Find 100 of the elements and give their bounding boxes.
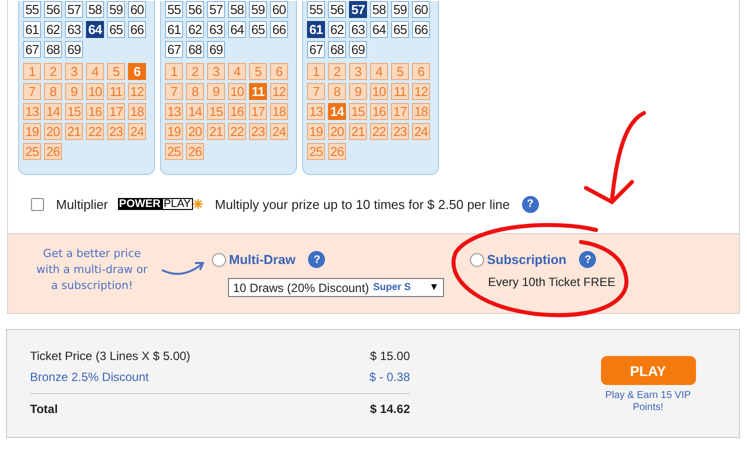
number-cell[interactable]: 62 xyxy=(186,21,204,38)
number-cell[interactable]: 55 xyxy=(165,1,183,18)
bonus-number-cell[interactable]: 9 xyxy=(349,83,367,100)
bonus-number-cell[interactable]: 3 xyxy=(207,63,225,80)
number-cell[interactable]: 67 xyxy=(165,41,183,58)
number-cell[interactable]: 67 xyxy=(307,41,325,58)
number-cell[interactable]: 68 xyxy=(328,41,346,58)
bonus-number-cell[interactable]: 12 xyxy=(412,83,430,100)
number-cell[interactable]: 69 xyxy=(349,41,367,58)
bonus-number-cell[interactable]: 15 xyxy=(65,103,83,120)
bonus-number-cell[interactable]: 7 xyxy=(23,83,41,100)
bonus-number-cell[interactable]: 11 xyxy=(391,83,409,100)
number-cell[interactable]: 61 xyxy=(307,21,325,38)
bonus-number-cell[interactable]: 22 xyxy=(228,123,246,140)
bonus-number-cell[interactable]: 4 xyxy=(228,63,246,80)
number-cell[interactable]: 63 xyxy=(65,21,83,38)
bonus-number-cell[interactable]: 12 xyxy=(270,83,288,100)
bonus-number-cell[interactable]: 26 xyxy=(328,143,346,160)
number-cell[interactable]: 55 xyxy=(23,1,41,18)
bonus-number-cell[interactable]: 23 xyxy=(107,123,125,140)
bonus-number-cell[interactable]: 16 xyxy=(370,103,388,120)
bonus-number-cell[interactable]: 21 xyxy=(207,123,225,140)
bonus-number-cell[interactable]: 26 xyxy=(186,143,204,160)
bonus-number-cell[interactable]: 11 xyxy=(249,83,267,100)
number-cell[interactable]: 62 xyxy=(328,21,346,38)
number-cell[interactable]: 60 xyxy=(412,1,430,18)
number-cell[interactable]: 59 xyxy=(249,1,267,18)
vip-points-link[interactable]: Play & Earn 15 VIP Points! xyxy=(598,390,698,414)
number-cell[interactable]: 61 xyxy=(165,21,183,38)
number-cell[interactable]: 62 xyxy=(44,21,62,38)
bonus-number-cell[interactable]: 1 xyxy=(165,63,183,80)
bonus-number-cell[interactable]: 8 xyxy=(44,83,62,100)
number-cell[interactable]: 65 xyxy=(107,21,125,38)
bonus-number-cell[interactable]: 11 xyxy=(107,83,125,100)
number-cell[interactable]: 58 xyxy=(86,1,104,18)
bonus-number-cell[interactable]: 8 xyxy=(186,83,204,100)
bonus-number-cell[interactable]: 2 xyxy=(44,63,62,80)
bonus-number-cell[interactable]: 9 xyxy=(65,83,83,100)
bonus-number-cell[interactable]: 5 xyxy=(249,63,267,80)
bonus-number-cell[interactable]: 10 xyxy=(228,83,246,100)
bonus-number-cell[interactable]: 21 xyxy=(65,123,83,140)
bonus-number-cell[interactable]: 16 xyxy=(228,103,246,120)
draws-dropdown[interactable]: 10 Draws (20% Discount) Super S ▼ xyxy=(228,278,444,297)
number-cell[interactable]: 64 xyxy=(228,21,246,38)
number-cell[interactable]: 69 xyxy=(65,41,83,58)
multiplier-checkbox[interactable] xyxy=(31,198,44,210)
number-cell[interactable]: 67 xyxy=(23,41,41,58)
bonus-number-cell[interactable]: 1 xyxy=(23,63,41,80)
multi-draw-radio[interactable] xyxy=(212,252,226,266)
bonus-number-cell[interactable]: 19 xyxy=(307,123,325,140)
bonus-number-cell[interactable]: 5 xyxy=(107,63,125,80)
bonus-number-cell[interactable]: 22 xyxy=(86,123,104,140)
number-cell[interactable]: 61 xyxy=(23,21,41,38)
number-cell[interactable]: 65 xyxy=(249,21,267,38)
bonus-number-cell[interactable]: 10 xyxy=(86,83,104,100)
bonus-number-cell[interactable]: 12 xyxy=(128,83,146,100)
bonus-number-cell[interactable]: 23 xyxy=(249,123,267,140)
bonus-number-cell[interactable]: 7 xyxy=(165,83,183,100)
bonus-number-cell[interactable]: 23 xyxy=(391,123,409,140)
help-icon[interactable]: ? xyxy=(308,251,326,268)
number-cell[interactable]: 58 xyxy=(370,1,388,18)
bonus-number-cell[interactable]: 18 xyxy=(270,103,288,120)
bonus-number-cell[interactable]: 24 xyxy=(270,123,288,140)
help-icon[interactable]: ? xyxy=(522,196,539,212)
number-cell[interactable]: 56 xyxy=(186,1,204,18)
bonus-number-cell[interactable]: 15 xyxy=(207,103,225,120)
bonus-number-cell[interactable]: 25 xyxy=(23,143,41,160)
bonus-number-cell[interactable]: 3 xyxy=(65,63,83,80)
bonus-number-cell[interactable]: 14 xyxy=(328,103,346,120)
number-cell[interactable]: 66 xyxy=(128,21,146,38)
bonus-number-cell[interactable]: 4 xyxy=(86,63,104,80)
bonus-number-cell[interactable]: 16 xyxy=(86,103,104,120)
number-cell[interactable]: 58 xyxy=(228,1,246,18)
bonus-number-cell[interactable]: 8 xyxy=(328,83,346,100)
bonus-number-cell[interactable]: 2 xyxy=(328,63,346,80)
number-cell[interactable]: 66 xyxy=(412,21,430,38)
help-icon[interactable]: ? xyxy=(579,251,596,268)
bonus-number-cell[interactable]: 14 xyxy=(44,103,62,120)
bonus-number-cell[interactable]: 17 xyxy=(391,103,409,120)
bonus-number-cell[interactable]: 17 xyxy=(249,103,267,120)
bonus-number-cell[interactable]: 3 xyxy=(349,63,367,80)
bonus-number-cell[interactable]: 6 xyxy=(128,63,146,80)
bonus-number-cell[interactable]: 4 xyxy=(370,63,388,80)
bonus-number-cell[interactable]: 6 xyxy=(270,63,288,80)
bonus-number-cell[interactable]: 13 xyxy=(307,103,325,120)
bonus-number-cell[interactable]: 20 xyxy=(328,123,346,140)
bonus-number-cell[interactable]: 9 xyxy=(207,83,225,100)
bonus-number-cell[interactable]: 2 xyxy=(186,63,204,80)
number-cell[interactable]: 57 xyxy=(65,1,83,18)
bonus-number-cell[interactable]: 21 xyxy=(349,123,367,140)
bonus-number-cell[interactable]: 14 xyxy=(186,103,204,120)
number-cell[interactable]: 60 xyxy=(270,1,288,18)
bonus-number-cell[interactable]: 18 xyxy=(128,103,146,120)
number-cell[interactable]: 65 xyxy=(391,21,409,38)
bonus-number-cell[interactable]: 24 xyxy=(128,123,146,140)
play-button[interactable]: PLAY xyxy=(600,356,696,385)
bonus-number-cell[interactable]: 18 xyxy=(412,103,430,120)
bonus-number-cell[interactable]: 7 xyxy=(307,83,325,100)
bonus-number-cell[interactable]: 17 xyxy=(107,103,125,120)
number-cell[interactable]: 56 xyxy=(328,1,346,18)
